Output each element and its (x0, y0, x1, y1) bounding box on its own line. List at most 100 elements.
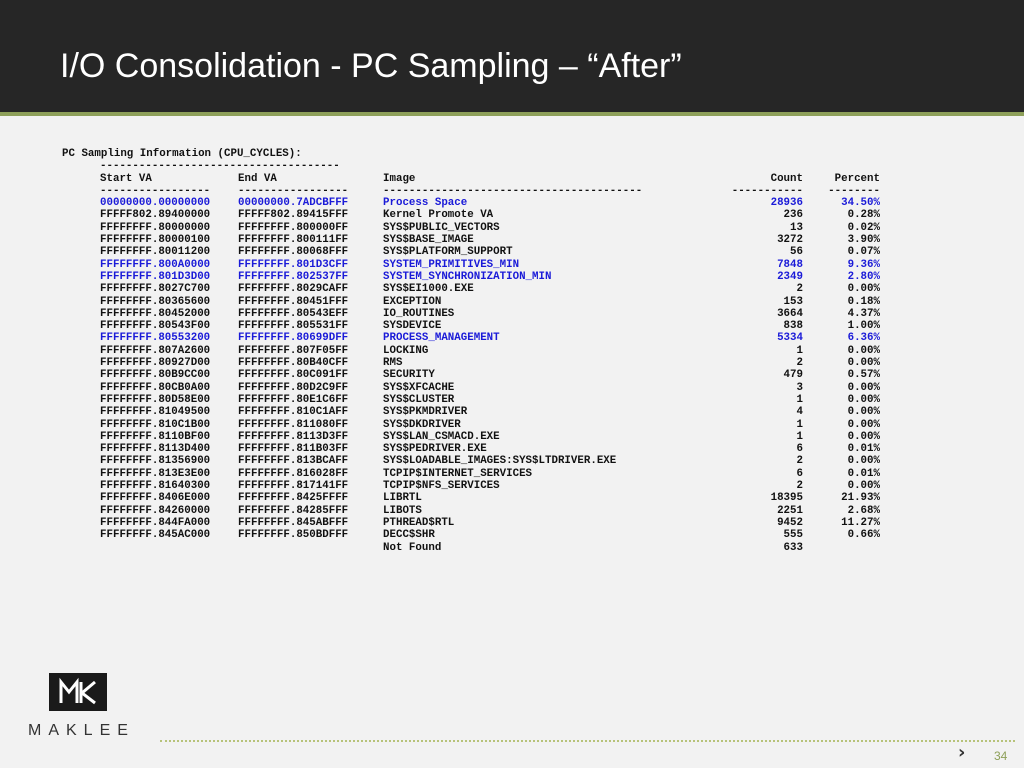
cell-count: 1 (796, 393, 803, 406)
table-row: FFFFFFFF.80B9CC00 FFFFFFFF.80C091FF SECURI… (62, 369, 880, 382)
cell-percent: 1.00% (847, 320, 880, 333)
col-header-percent: Percent (834, 172, 880, 185)
cell-start-va: FFFFFFFF.8113D400 (100, 443, 211, 456)
cell-start-va: FFFFFFFF.8406E000 (100, 492, 211, 505)
table-row: FFFFFFFF.807A2600 FFFFFFFF.807F05FF LOCKIN… (62, 344, 880, 357)
cell-count: 6 (796, 443, 803, 456)
cell-percent: 0.00% (847, 480, 880, 493)
cell-end-va: FFFFFFFF.80699DFF (238, 332, 349, 345)
cell-count: 1 (796, 418, 803, 431)
cell-count: 9452 (777, 516, 803, 529)
cell-image: LIBRTL (383, 492, 422, 505)
cell-end-va: FFFFFFFF.805531FF (238, 320, 349, 333)
header-accent-rule (0, 112, 1024, 116)
cell-end-va: FFFFFFFF.802537FF (238, 270, 349, 283)
cell-image: TCPIP$NFS_SERVICES (383, 480, 500, 493)
cell-image: SYS$PEDRIVER.EXE (383, 443, 487, 456)
cell-end-va: FFFFFFFF.811B03FF (238, 443, 349, 456)
cell-start-va: 00000000.00000000 (100, 197, 211, 210)
table-row: FFFFFFFF.8027C700 FFFFFFFF.8029CAFF SYS$EI… (62, 283, 880, 295)
maklee-logo (49, 673, 107, 711)
cell-end-va: FFFFFFFF.810C1AFF (238, 406, 349, 419)
next-chevron-icon[interactable]: › (958, 742, 965, 763)
cell-count: 56 (790, 246, 803, 259)
brand-wordmark: MAKLEE (28, 722, 135, 739)
cell-start-va: FFFFFFFF.80553200 (100, 332, 211, 345)
cell-start-va: FFFFFFFF.813E3E00 (100, 467, 211, 480)
cell-start-va: FFFFFFFF.80000100 (100, 234, 211, 247)
cell-percent: 2.68% (847, 504, 880, 517)
slide-title: I/O Consolidation - PC Sampling – “After… (60, 47, 682, 85)
cell-start-va: FFFFFFFF.845AC000 (100, 529, 211, 542)
pc-sampling-report: PC Sampling Information (CPU_CYCLES): --… (62, 148, 880, 554)
table-row: FFFFFFFF.801D3D00 FFFFFFFF.802537FF SYSTEM… (62, 270, 880, 283)
cell-image: SYS$LAN_CSMACD.EXE (383, 430, 500, 443)
cell-start-va: FFFFFFFF.84260000 (100, 504, 211, 517)
cell-count: 7848 (777, 258, 803, 271)
cell-image: SYSTEM_PRIMITIVES_MIN (383, 258, 520, 271)
cell-end-va: FFFFFFFF.817141FF (238, 480, 349, 493)
table-row: FFFFFFFF.8113D400 FFFFFFFF.811B03FF SYS$PE… (62, 443, 880, 456)
cell-end-va: FFFFF802.89415FFF (238, 209, 349, 222)
table-row: FFFFFFFF.80543F00 FFFFFFFF.805531FF SYSDEV… (62, 320, 880, 332)
table-row: FFFFFFFF.80365600 FFFFFFFF.80451FFF EXCEPT… (62, 296, 880, 308)
cell-end-va: FFFFFFFF.80E1C6FF (238, 393, 349, 406)
cell-start-va: FFFFFFFF.80B9CC00 (100, 369, 211, 382)
cell-image: RMS (383, 357, 403, 370)
rule-percent: -------- (828, 184, 880, 197)
cell-end-va: FFFFFFFF.850BDFFF (238, 529, 349, 542)
cell-percent: 2.80% (847, 270, 880, 283)
cell-end-va: FFFFFFFF.80451FFF (238, 295, 349, 308)
cell-percent: 0.00% (847, 393, 880, 406)
table-row: FFFFFFFF.80553200 FFFFFFFF.80699DFF PROCES… (62, 332, 880, 345)
cell-start-va: FFFFFFFF.80D58E00 (100, 393, 211, 406)
cell-count: 3 (796, 381, 803, 394)
cell-count: 2 (796, 455, 803, 468)
cell-percent: 0.28% (847, 209, 880, 222)
col-header-end-va: End VA (238, 172, 277, 185)
cell-end-va: FFFFFFFF.80543EFF (238, 307, 349, 320)
table-row: FFFFFFFF.80D58E00 FFFFFFFF.80E1C6FF SYS$CL… (62, 393, 880, 406)
cell-end-va: FFFFFFFF.816028FF (238, 467, 349, 480)
cell-count: 838 (783, 320, 803, 333)
rule-start: ----------------- (100, 184, 211, 197)
report-rows: 00000000.00000000 00000000.7ADCBFFF Proces… (62, 197, 880, 554)
cell-image: SYS$BASE_IMAGE (383, 234, 474, 247)
table-row: FFFFF802.89400000 FFFFF802.89415FFF Kernel… (62, 209, 880, 221)
cell-image: Process Space (383, 197, 468, 210)
cell-start-va: FFFFFFFF.844FA000 (100, 516, 211, 529)
cell-count: 18395 (770, 492, 803, 505)
table-row: FFFFFFFF.80927D00 FFFFFFFF.80B40CFF RMS 2 0.… (62, 357, 880, 369)
table-row: FFFFFFFF.813E3E00 FFFFFFFF.816028FF TCPIP$… (62, 467, 880, 480)
cell-percent: 0.00% (847, 418, 880, 431)
cell-percent: 0.00% (847, 406, 880, 419)
cell-percent: 0.66% (847, 529, 880, 542)
cell-image: Not Found (383, 541, 442, 554)
col-header-count: Count (770, 172, 803, 185)
cell-start-va: FFFFFFFF.81356900 (100, 455, 211, 468)
cell-image: LIBOTS (383, 504, 422, 517)
cell-start-va: FFFFFFFF.801D3D00 (100, 270, 211, 283)
cell-start-va: FFFFFFFF.80452000 (100, 307, 211, 320)
cell-end-va: 00000000.7ADCBFFF (238, 197, 349, 210)
rule-end: ----------------- (238, 184, 349, 197)
cell-start-va: FFFFFFFF.800A0000 (100, 258, 211, 271)
cell-percent: 0.18% (847, 295, 880, 308)
cell-end-va: FFFFFFFF.8425FFFF (238, 492, 349, 505)
cell-end-va: FFFFFFFF.80068FFF (238, 246, 349, 259)
col-header-start-va: Start VA (100, 172, 152, 185)
cell-image: DECC$SHR (383, 529, 435, 542)
column-headers: Start VA End VA Image Count Percent (62, 172, 880, 185)
table-row: FFFFFFFF.844FA000 FFFFFFFF.845ABFFF PTHREA… (62, 516, 880, 529)
cell-image: PTHREAD$RTL (383, 516, 455, 529)
cell-percent: 0.01% (847, 467, 880, 480)
cell-image: SYS$DKDRIVER (383, 418, 461, 431)
column-rules: ----------------- ----------------- ----… (62, 184, 880, 197)
cell-count: 2 (796, 357, 803, 370)
cell-image: EXCEPTION (383, 295, 442, 308)
cell-image: IO_ROUTINES (383, 307, 455, 320)
cell-percent: 0.02% (847, 221, 880, 234)
cell-start-va: FFFFFFFF.80011200 (100, 246, 211, 259)
cell-percent: 11.27% (841, 516, 880, 529)
cell-start-va: FFFFFFFF.807A2600 (100, 344, 211, 357)
